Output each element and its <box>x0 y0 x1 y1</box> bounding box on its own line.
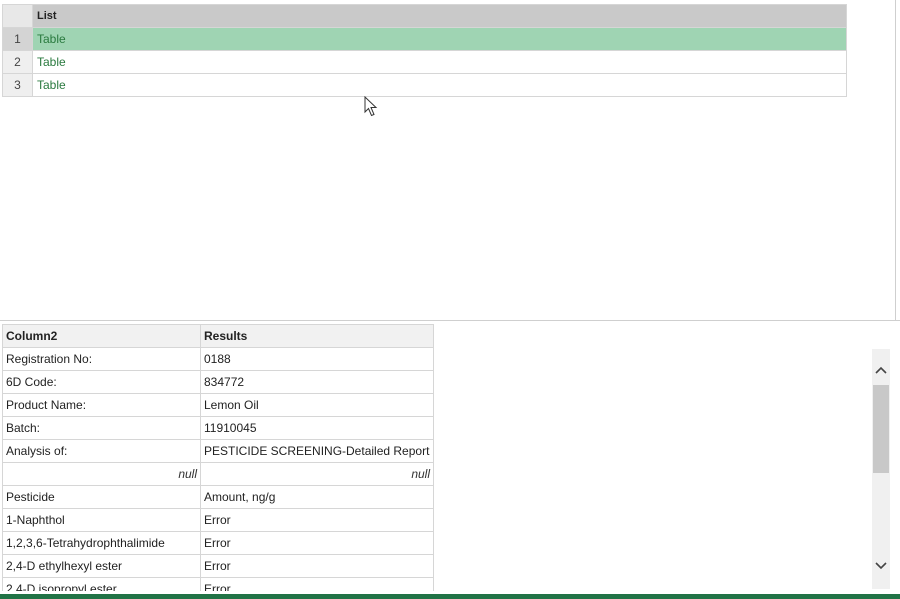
table-row: 2,4-D isopropyl ester Error <box>2 577 434 591</box>
preview-table-container: Column2 Results Registration No: 0188 6D… <box>2 324 434 591</box>
vertical-scrollbar[interactable] <box>872 349 890 589</box>
list-grid-header-row: List <box>2 4 847 28</box>
table-cell[interactable]: 2,4-D ethylhexyl ester <box>2 554 201 578</box>
row-number[interactable]: 2 <box>2 50 33 74</box>
table-row: 1,2,3,6-Tetrahydrophthalimide Error <box>2 531 434 555</box>
table-cell[interactable]: 11910045 <box>200 416 434 440</box>
table-cell[interactable]: Lemon Oil <box>200 393 434 417</box>
table-row: Pesticide Amount, ng/g <box>2 485 434 509</box>
table-cell[interactable]: 1-Naphthol <box>2 508 201 532</box>
chevron-down-icon <box>875 562 887 570</box>
table-row[interactable]: 3 Table <box>2 73 847 97</box>
table-row: Registration No: 0188 <box>2 347 434 371</box>
table-row: Product Name: Lemon Oil <box>2 393 434 417</box>
table-link-cell[interactable]: Table <box>32 27 847 51</box>
table-cell[interactable]: Error <box>200 508 434 532</box>
null-cell[interactable]: null <box>200 462 434 486</box>
table-row: Analysis of: PESTICIDE SCREENING-Detaile… <box>2 439 434 463</box>
mouse-pointer-icon <box>364 96 378 117</box>
table-cell[interactable]: 2,4-D isopropyl ester <box>2 577 201 591</box>
grid-corner-cell[interactable] <box>2 4 33 28</box>
table-row: 6D Code: 834772 <box>2 370 434 394</box>
table-row[interactable]: 1 Table <box>2 27 847 51</box>
status-bar-stripe <box>0 594 900 599</box>
row-number[interactable]: 1 <box>2 27 33 51</box>
table-cell[interactable]: Pesticide <box>2 485 201 509</box>
table-link-cell[interactable]: Table <box>32 73 847 97</box>
table-cell[interactable]: 6D Code: <box>2 370 201 394</box>
table-row[interactable]: 2 Table <box>2 50 847 74</box>
pane-divider[interactable] <box>0 320 900 321</box>
preview-table: Column2 Results Registration No: 0188 6D… <box>2 324 434 591</box>
column-header-column2[interactable]: Column2 <box>2 324 201 348</box>
table-cell[interactable]: 0188 <box>200 347 434 371</box>
row-number[interactable]: 3 <box>2 73 33 97</box>
table-cell[interactable]: PESTICIDE SCREENING-Detailed Report <box>200 439 434 463</box>
table-row: 1-Naphthol Error <box>2 508 434 532</box>
table-row: 2,4-D ethylhexyl ester Error <box>2 554 434 578</box>
table-cell[interactable]: Error <box>200 577 434 591</box>
list-grid: List 1 Table 2 Table 3 Table <box>2 4 847 97</box>
table-cell[interactable]: Error <box>200 531 434 555</box>
table-row: Batch: 11910045 <box>2 416 434 440</box>
scroll-down-button[interactable] <box>872 555 890 577</box>
preview-header-row: Column2 Results <box>2 324 434 348</box>
table-cell[interactable]: 1,2,3,6-Tetrahydrophthalimide <box>2 531 201 555</box>
table-cell[interactable]: Analysis of: <box>2 439 201 463</box>
table-cell[interactable]: Product Name: <box>2 393 201 417</box>
table-cell[interactable]: Amount, ng/g <box>200 485 434 509</box>
chevron-up-icon <box>875 366 887 374</box>
query-editor-window: List 1 Table 2 Table 3 Table Column2 Res… <box>0 0 900 599</box>
null-cell[interactable]: null <box>2 462 201 486</box>
scrollbar-thumb[interactable] <box>873 385 889 473</box>
table-cell[interactable]: Registration No: <box>2 347 201 371</box>
table-link-cell[interactable]: Table <box>32 50 847 74</box>
table-cell[interactable]: Batch: <box>2 416 201 440</box>
table-cell[interactable]: Error <box>200 554 434 578</box>
right-pane-separator <box>895 0 896 320</box>
column-header-list[interactable]: List <box>32 4 847 28</box>
column-header-results[interactable]: Results <box>200 324 434 348</box>
scroll-up-button[interactable] <box>872 359 890 381</box>
table-row: null null <box>2 462 434 486</box>
table-cell[interactable]: 834772 <box>200 370 434 394</box>
